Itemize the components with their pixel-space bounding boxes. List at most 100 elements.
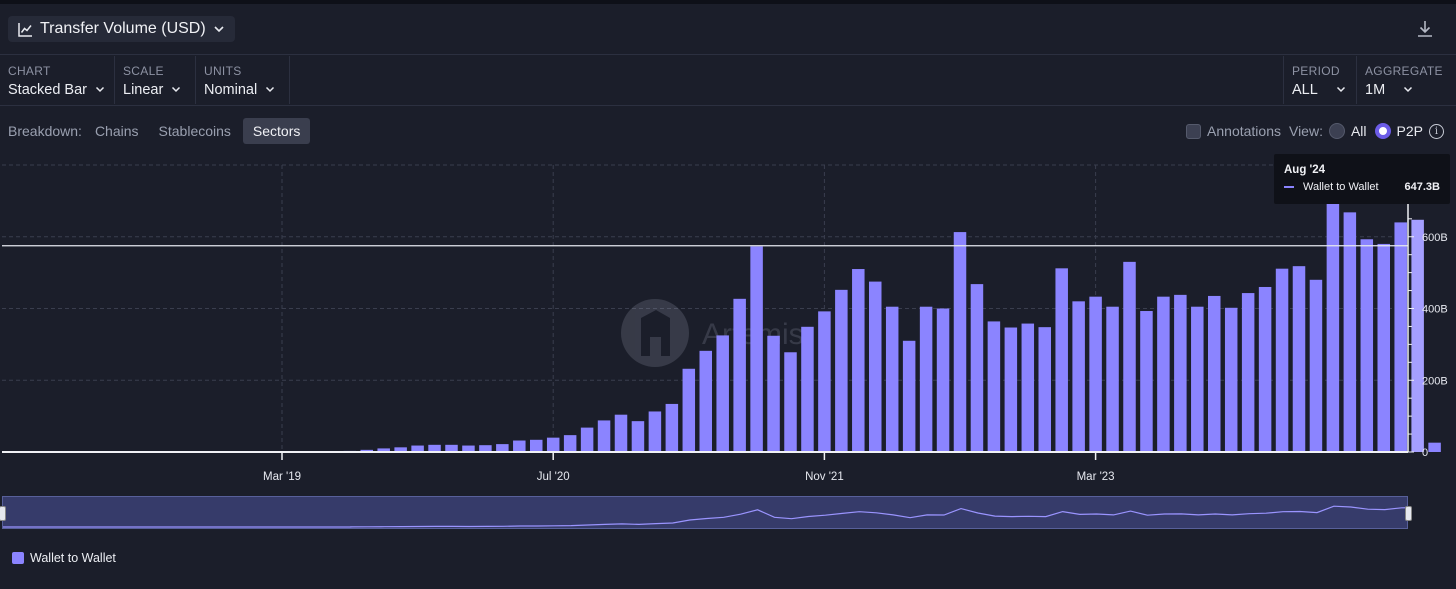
annotations-checkbox[interactable]	[1186, 123, 1202, 139]
bar	[1411, 219, 1424, 452]
bar	[1038, 327, 1051, 452]
units-value: Nominal	[204, 82, 258, 98]
bar	[1208, 295, 1221, 452]
info-icon[interactable]: i	[1429, 123, 1444, 139]
tab-stablecoins[interactable]: Stablecoins	[149, 118, 241, 144]
bar	[597, 420, 611, 452]
bar	[546, 437, 560, 452]
bar	[1140, 311, 1153, 452]
navigator-left-handle[interactable]	[0, 506, 6, 521]
bar	[919, 306, 933, 452]
bar	[1428, 442, 1441, 452]
bar-chart: Artemis 0200B400B600BMar '19Jul '20Nov '…	[2, 164, 1448, 483]
tooltip-series-marker	[1284, 186, 1294, 188]
aggregate-select[interactable]: AGGREGATE 1M	[1357, 56, 1456, 104]
units-select[interactable]: UNITS Nominal	[196, 56, 289, 104]
chart-tooltip: Aug '24 Wallet to Wallet 647.3B	[1274, 154, 1450, 204]
period-select[interactable]: PERIOD ALL	[1284, 56, 1356, 104]
bar	[818, 311, 831, 452]
chevron-down-icon	[95, 82, 105, 98]
bar	[835, 289, 848, 452]
chevron-down-icon	[265, 82, 275, 98]
bar	[563, 435, 577, 452]
scale-select[interactable]: SCALE Linear	[115, 56, 195, 104]
bar	[936, 308, 950, 452]
bar	[1157, 296, 1170, 452]
view-all-radio[interactable]	[1328, 123, 1345, 139]
bar	[767, 335, 780, 452]
period-value: ALL	[1292, 82, 1318, 98]
divider	[0, 105, 1456, 106]
bar	[496, 444, 509, 452]
bar	[1072, 301, 1085, 452]
bar	[1191, 306, 1204, 452]
chevron-down-icon	[1403, 82, 1413, 98]
bar	[580, 427, 594, 452]
bar	[1360, 239, 1374, 452]
bar	[869, 281, 882, 452]
x-tick-label: Nov '21	[805, 471, 844, 483]
bar	[1326, 203, 1340, 452]
sparkline	[3, 505, 1409, 528]
bar	[1089, 296, 1102, 452]
bar	[1292, 266, 1306, 452]
bar	[631, 421, 645, 452]
bar	[1106, 306, 1119, 452]
navigator-sparkline	[3, 505, 1409, 528]
tab-sectors[interactable]: Sectors	[242, 118, 311, 144]
view-p2p-label: P2P	[1396, 123, 1423, 139]
scale-value: Linear	[123, 82, 164, 98]
period-label: PERIOD	[1292, 64, 1340, 78]
tooltip-series-name: Wallet to Wallet	[1303, 181, 1379, 193]
bar	[784, 352, 797, 452]
bar	[479, 445, 492, 452]
bar	[530, 439, 543, 452]
units-label: UNITS	[204, 64, 242, 78]
y-tick-label: 600B	[1422, 232, 1448, 244]
bar	[513, 440, 526, 452]
bar	[852, 269, 865, 452]
chevron-down-icon	[171, 82, 181, 98]
tab-chains[interactable]: Chains	[85, 118, 149, 144]
chart-type-label: CHART	[8, 64, 51, 78]
chart-type-value: Stacked Bar	[8, 82, 87, 98]
tooltip-date: Aug '24	[1284, 164, 1326, 176]
bar	[1377, 243, 1390, 452]
bars	[343, 203, 1441, 452]
navigator-right-handle[interactable]	[1405, 506, 1412, 521]
y-tick-label: 200B	[1422, 375, 1448, 387]
annotations-label: Annotations	[1207, 123, 1281, 139]
aggregate-label: AGGREGATE	[1365, 64, 1443, 78]
bar	[428, 444, 441, 452]
bar	[1021, 323, 1035, 452]
range-navigator[interactable]	[0, 496, 1412, 529]
bar	[716, 335, 729, 452]
bar	[1275, 268, 1289, 452]
download-icon[interactable]	[1414, 18, 1436, 40]
bar	[699, 350, 712, 452]
chart-legend[interactable]: Wallet to Wallet	[12, 551, 116, 565]
chevron-down-icon	[1336, 82, 1346, 98]
view-p2p-radio[interactable]	[1374, 123, 1391, 139]
breakdown-label: Breakdown:	[8, 123, 82, 139]
bar	[1224, 307, 1238, 452]
chart-title: Transfer Volume (USD)	[40, 20, 206, 37]
x-tick-label: Mar '19	[263, 471, 301, 483]
view-options: Annotations View: All P2P i	[1186, 118, 1444, 144]
x-tick-label: Jul '20	[537, 471, 570, 483]
view-all-label: All	[1350, 123, 1367, 139]
legend-label: Wallet to Wallet	[30, 551, 116, 565]
divider	[289, 56, 290, 104]
bar	[614, 414, 628, 452]
bar	[953, 232, 967, 452]
bar	[1258, 286, 1272, 452]
y-tick-label: 400B	[1422, 304, 1448, 316]
chart-type-select[interactable]: CHART Stacked Bar	[0, 56, 114, 104]
line-chart-icon	[18, 22, 33, 37]
tooltip-value: 647.3B	[1404, 181, 1440, 193]
chart-title-dropdown[interactable]: Transfer Volume (USD)	[8, 16, 235, 42]
bar	[885, 306, 899, 452]
bar	[733, 298, 746, 452]
x-tick-label: Mar '23	[1077, 471, 1115, 483]
view-label: View:	[1288, 123, 1323, 139]
